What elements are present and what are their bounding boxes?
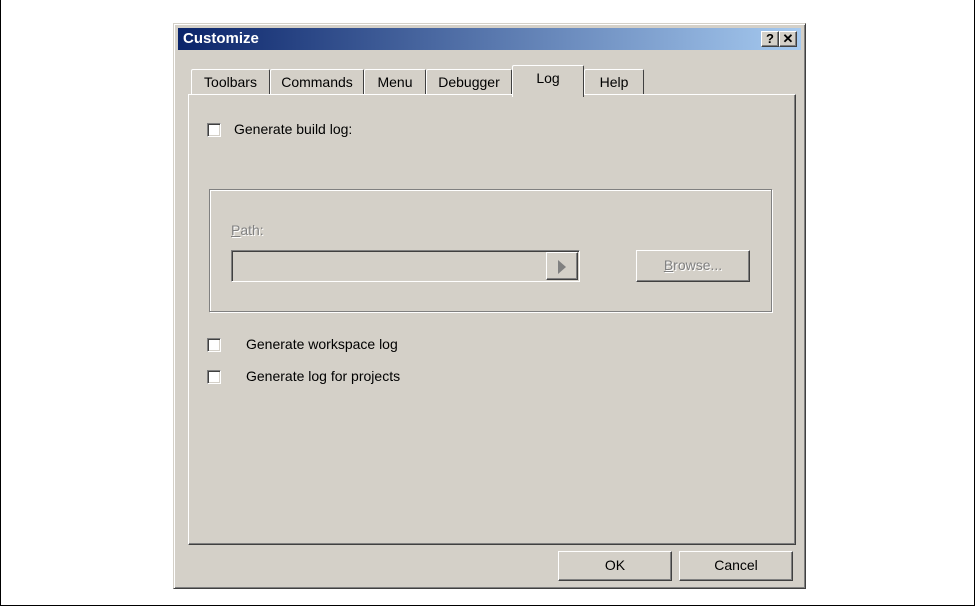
cancel-button[interactable]: Cancel: [679, 551, 793, 581]
title-bar[interactable]: Customize ? ✕: [178, 28, 801, 50]
tab-commands[interactable]: Commands: [270, 69, 364, 95]
browse-label-rest: rowse...: [673, 257, 723, 273]
tab-help[interactable]: Help: [584, 69, 644, 95]
help-button[interactable]: ?: [761, 31, 779, 47]
generate-workspace-log-checkbox[interactable]: [207, 338, 221, 352]
tab-debugger[interactable]: Debugger: [426, 69, 512, 95]
tab-menu[interactable]: Menu: [364, 69, 426, 95]
path-label-rest: ath:: [240, 222, 264, 238]
dialog-title: Customize: [183, 30, 259, 47]
path-label-mnemonic: P: [231, 222, 241, 238]
log-tab-panel: Generate build log: Path: Browse... Gene…: [188, 94, 796, 545]
ok-button[interactable]: OK: [558, 551, 672, 581]
path-groupbox: Path: Browse...: [209, 189, 772, 312]
close-icon[interactable]: ✕: [779, 31, 797, 47]
generate-build-log-label: Generate build log:: [234, 121, 353, 137]
browse-mnemonic: B: [663, 257, 674, 273]
path-label: Path:: [231, 222, 264, 238]
customize-dialog: Customize ? ✕ Toolbars Commands Menu Deb…: [173, 23, 806, 589]
generate-workspace-log-label: Generate workspace log: [246, 336, 398, 352]
path-arrow-button[interactable]: [546, 252, 578, 280]
path-input[interactable]: [231, 250, 580, 282]
generate-log-for-projects-checkbox[interactable]: [207, 370, 221, 384]
tab-toolbars[interactable]: Toolbars: [191, 69, 270, 95]
generate-log-for-projects-label: Generate log for projects: [246, 368, 401, 384]
tab-log[interactable]: Log: [512, 65, 584, 97]
generate-build-log-checkbox[interactable]: [207, 123, 221, 137]
browse-button[interactable]: Browse...: [636, 250, 750, 282]
triangle-right-icon: [558, 260, 566, 274]
